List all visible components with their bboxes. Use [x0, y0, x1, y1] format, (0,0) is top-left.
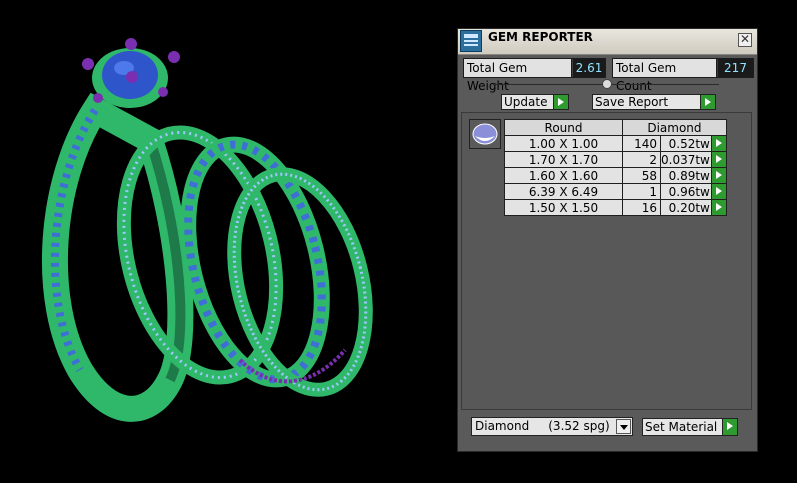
gem-weight: 0.96tw — [660, 183, 712, 200]
gem-weight: 0.89tw — [660, 167, 712, 184]
row-select-button[interactable] — [710, 151, 727, 168]
gem-count: 58 — [622, 167, 661, 184]
title-bar[interactable]: GEM REPORTER ✕ — [458, 29, 757, 55]
total-gem-weight-value: 2.61 — [573, 59, 605, 77]
round-gem-icon[interactable] — [469, 119, 501, 149]
gem-table-header: Round Diamond — [504, 119, 727, 136]
gem-weight: 0.52tw — [660, 135, 712, 152]
table-row: 1.60 X 1.60 58 0.89tw — [504, 167, 727, 184]
gem-weight: 0.037tw — [660, 151, 712, 168]
table-row: 1.50 X 1.50 16 0.20tw — [504, 199, 727, 216]
set-material-button[interactable]: Set Material — [642, 418, 738, 436]
update-button[interactable]: Update — [501, 94, 569, 110]
cut-header: Round — [504, 119, 623, 136]
gem-size: 6.39 X 6.49 — [504, 183, 623, 200]
gem-reporter-icon — [460, 30, 482, 52]
close-button[interactable]: ✕ — [738, 33, 752, 47]
play-arrow-icon — [722, 419, 737, 435]
row-select-button[interactable] — [710, 199, 727, 216]
play-arrow-icon — [700, 95, 715, 109]
material-dropdown-value: Diamond (3.52 spg) — [475, 419, 610, 433]
row-select-button[interactable] — [710, 167, 727, 184]
row-select-button[interactable] — [710, 183, 727, 200]
close-icon: ✕ — [739, 32, 751, 46]
play-arrow-icon — [553, 95, 568, 109]
gem-weight: 0.20tw — [660, 199, 712, 216]
total-gem-weight-label: Total Gem Weight — [464, 59, 572, 93]
gem-list: Round Diamond 1.00 X 1.00 140 0.52tw 1.7… — [461, 112, 752, 410]
gem-count: 16 — [622, 199, 661, 216]
update-button-label: Update — [504, 95, 548, 109]
gem-table: Round Diamond 1.00 X 1.00 140 0.52tw 1.7… — [504, 119, 727, 216]
gem-size: 1.60 X 1.60 — [504, 167, 623, 184]
total-gem-count-value: 217 — [718, 59, 753, 77]
total-gem-weight: Total Gem Weight 2.61 — [463, 58, 606, 93]
total-gem-count: Total Gem Count 217 — [612, 58, 754, 93]
gem-size: 1.50 X 1.50 — [504, 199, 623, 216]
material-header: Diamond — [622, 119, 727, 136]
gem-size: 1.70 X 1.70 — [504, 151, 623, 168]
save-report-button-label: Save Report — [595, 95, 669, 109]
ring-render — [41, 38, 373, 422]
gem-count: 1 — [622, 183, 661, 200]
table-row: 1.00 X 1.00 140 0.52tw — [504, 135, 727, 152]
3d-viewport[interactable] — [0, 0, 455, 483]
gem-count: 140 — [622, 135, 661, 152]
center-stone — [82, 38, 180, 108]
gem-size: 1.00 X 1.00 — [504, 135, 623, 152]
gem-reporter-panel: GEM REPORTER ✕ Total Gem Weight 2.61 Tot… — [457, 28, 758, 452]
save-report-button[interactable]: Save Report — [592, 94, 716, 110]
set-material-button-label: Set Material — [645, 420, 718, 434]
material-dropdown[interactable]: Diamond (3.52 spg) — [471, 417, 633, 436]
total-gem-count-label: Total Gem Count — [613, 59, 717, 93]
engagement-ring — [41, 92, 194, 422]
chevron-down-icon[interactable] — [616, 419, 631, 434]
row-select-button[interactable] — [710, 135, 727, 152]
panel-slider-handle[interactable] — [602, 79, 612, 89]
table-row: 1.70 X 1.70 2 0.037tw — [504, 151, 727, 168]
panel-title: GEM REPORTER — [488, 30, 593, 44]
gem-count: 2 — [622, 151, 661, 168]
table-row: 6.39 X 6.49 1 0.96tw — [504, 183, 727, 200]
